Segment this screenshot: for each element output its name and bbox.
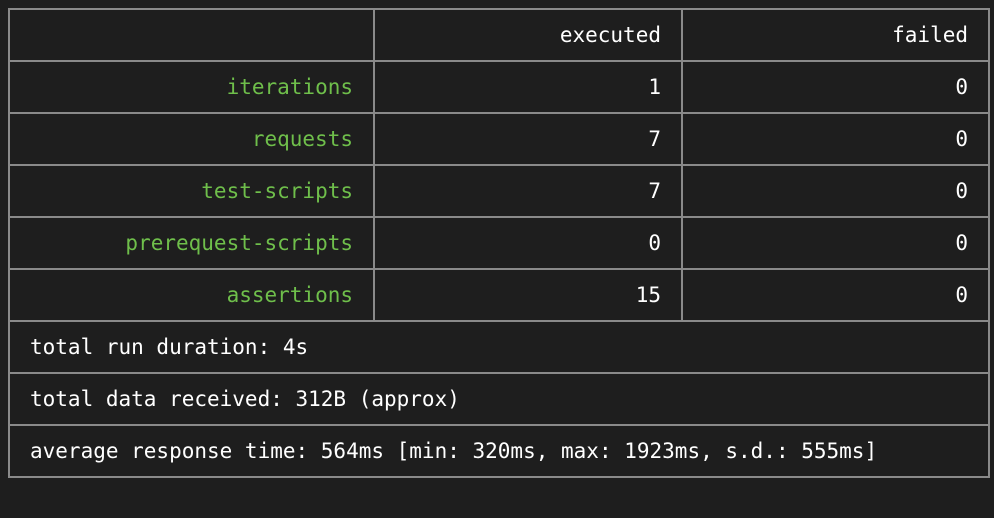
row-label: requests bbox=[8, 112, 375, 166]
row-failed-value: 0 bbox=[681, 60, 990, 114]
row-label: prerequest-scripts bbox=[8, 216, 375, 270]
table-row-iterations: iterations 1 0 bbox=[8, 60, 990, 114]
row-failed-value: 0 bbox=[681, 112, 990, 166]
table-row-prerequest-scripts: prerequest-scripts 0 0 bbox=[8, 216, 990, 270]
total-run-duration: total run duration: 4s bbox=[8, 320, 990, 374]
table-row-requests: requests 7 0 bbox=[8, 112, 990, 166]
row-failed-value: 0 bbox=[681, 268, 990, 322]
run-summary-table: executed failed iterations 1 0 requests … bbox=[8, 8, 990, 478]
footer-row-response-time: average response time: 564ms [min: 320ms… bbox=[8, 424, 990, 478]
table-header-row: executed failed bbox=[8, 8, 990, 62]
table-row-test-scripts: test-scripts 7 0 bbox=[8, 164, 990, 218]
row-executed-value: 1 bbox=[373, 60, 683, 114]
header-blank-cell bbox=[8, 8, 375, 62]
row-executed-value: 0 bbox=[373, 216, 683, 270]
row-executed-value: 7 bbox=[373, 164, 683, 218]
header-failed: failed bbox=[681, 8, 990, 62]
row-failed-value: 0 bbox=[681, 164, 990, 218]
row-label: test-scripts bbox=[8, 164, 375, 218]
table-row-assertions: assertions 15 0 bbox=[8, 268, 990, 322]
footer-row-data-received: total data received: 312B (approx) bbox=[8, 372, 990, 426]
row-label: assertions bbox=[8, 268, 375, 322]
row-failed-value: 0 bbox=[681, 216, 990, 270]
header-executed: executed bbox=[373, 8, 683, 62]
row-executed-value: 7 bbox=[373, 112, 683, 166]
row-label: iterations bbox=[8, 60, 375, 114]
footer-row-duration: total run duration: 4s bbox=[8, 320, 990, 374]
total-data-received: total data received: 312B (approx) bbox=[8, 372, 990, 426]
average-response-time: average response time: 564ms [min: 320ms… bbox=[8, 424, 990, 478]
terminal-output: executed failed iterations 1 0 requests … bbox=[0, 0, 994, 518]
row-executed-value: 15 bbox=[373, 268, 683, 322]
